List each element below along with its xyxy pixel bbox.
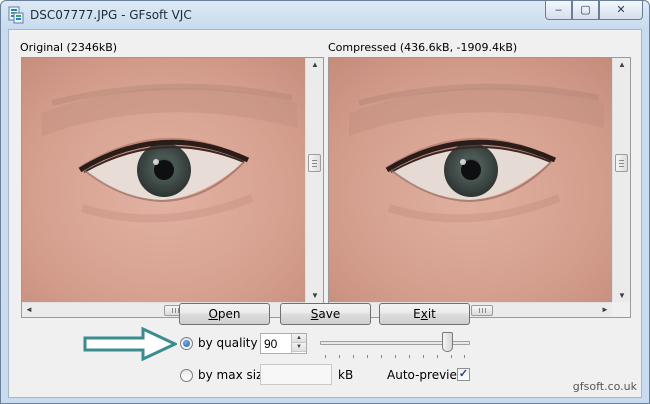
scroll-right-icon[interactable]: ► <box>601 306 609 314</box>
title-bar[interactable]: DSC07777.JPG - GFsoft VJC – ▢ ✕ <box>1 1 649 29</box>
compressed-viewer: ▲ ▼ ◄ ► <box>328 57 631 318</box>
quality-slider-thumb[interactable] <box>442 332 454 352</box>
by-max-size-label: by max size <box>198 368 270 382</box>
save-button[interactable]: Save <box>280 303 371 325</box>
scroll-left-icon[interactable]: ◄ <box>25 306 33 314</box>
quality-stepper[interactable]: 90 ▲ ▼ <box>260 333 307 354</box>
app-icon[interactable] <box>8 6 24 24</box>
original-image <box>22 58 305 303</box>
spin-down-icon[interactable]: ▼ <box>292 343 306 352</box>
max-size-input[interactable] <box>260 364 332 385</box>
maximize-icon: ▢ <box>580 3 591 16</box>
horizontal-scroll-thumb[interactable] <box>471 305 493 316</box>
compressed-label: Compressed (436.6kB, -1909.4kB) <box>328 41 518 54</box>
app-window: DSC07777.JPG - GFsoft VJC – ▢ ✕ Original… <box>0 0 650 404</box>
scroll-down-icon[interactable]: ▼ <box>618 292 626 300</box>
kb-unit-label: kB <box>338 368 354 382</box>
compressed-vertical-scrollbar[interactable]: ▲ ▼ <box>612 58 630 303</box>
pointer-arrow-icon <box>83 327 177 361</box>
save-label-rest: ave <box>318 307 341 321</box>
auto-preview-checkbox[interactable]: ✓ <box>457 368 470 381</box>
compressed-horizontal-scrollbar[interactable]: ◄ ► <box>329 302 612 317</box>
vertical-scroll-thumb[interactable] <box>615 154 628 172</box>
close-button[interactable]: ✕ <box>599 1 643 20</box>
window-title: DSC07777.JPG - GFsoft VJC <box>30 8 192 22</box>
by-quality-radio[interactable] <box>180 337 193 350</box>
maximize-button[interactable]: ▢ <box>572 1 599 20</box>
scroll-corner <box>612 302 630 317</box>
scroll-up-icon[interactable]: ▲ <box>311 61 319 69</box>
scroll-up-icon[interactable]: ▲ <box>618 61 626 69</box>
exit-button[interactable]: Exit <box>379 303 470 325</box>
minimize-button[interactable]: – <box>545 1 572 20</box>
exit-mnemonic: x <box>420 307 428 321</box>
close-icon: ✕ <box>616 3 626 16</box>
exit-label-prefix: E <box>413 307 421 321</box>
caption-buttons: – ▢ ✕ <box>545 1 643 20</box>
open-label-rest: pen <box>217 307 241 321</box>
minimize-icon: – <box>555 3 562 16</box>
open-button[interactable]: Open <box>179 303 270 325</box>
auto-preview-label: Auto-preview <box>387 368 467 382</box>
quality-spin-buttons: ▲ ▼ <box>291 334 306 353</box>
original-viewer: ▲ ▼ ◄ ► <box>21 57 324 318</box>
client-area: Original (2346kB) Compressed (436.6kB, -… <box>8 29 642 398</box>
by-max-size-radio[interactable] <box>180 369 193 382</box>
compressed-image <box>329 58 612 303</box>
quality-value[interactable]: 90 <box>264 337 277 351</box>
original-vertical-scrollbar[interactable]: ▲ ▼ <box>305 58 323 303</box>
website-link[interactable]: gfsoft.co.uk <box>573 380 637 393</box>
scroll-down-icon[interactable]: ▼ <box>311 292 319 300</box>
open-mnemonic: O <box>208 307 218 321</box>
spin-up-icon[interactable]: ▲ <box>292 334 306 343</box>
exit-label-rest: it <box>427 307 436 321</box>
vertical-scroll-thumb[interactable] <box>308 154 321 172</box>
original-label: Original (2346kB) <box>20 41 118 54</box>
slider-ticks <box>325 355 465 358</box>
by-quality-label: by quality <box>198 336 258 350</box>
